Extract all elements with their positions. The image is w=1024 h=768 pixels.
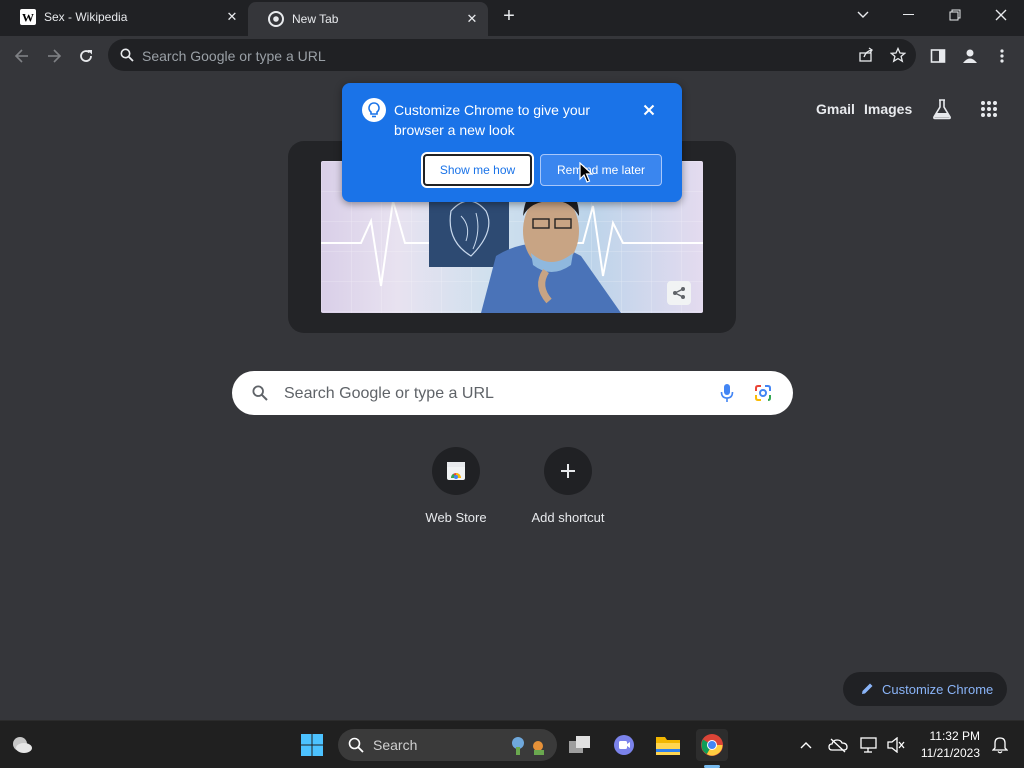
search-icon [120, 48, 134, 67]
taskbar-clock-time[interactable]: 11:32 PM [930, 729, 980, 743]
back-arrow-icon[interactable] [10, 44, 34, 68]
remind-me-later-button[interactable]: Remind me later [540, 154, 662, 186]
task-view-icon[interactable] [564, 729, 596, 761]
volume-muted-icon[interactable] [880, 729, 912, 761]
taskbar-search-box[interactable]: Search [338, 729, 557, 761]
shortcut-add[interactable]: Add shortcut [512, 447, 624, 525]
search-highlight-icon [508, 733, 548, 762]
tab-search-chevron-icon[interactable] [850, 4, 876, 26]
customize-chrome-label: Customize Chrome [882, 681, 994, 697]
tab-strip: W Sex - Wikipedia ✕ New Tab ✕ + [0, 0, 1024, 36]
windows-start-icon[interactable] [296, 729, 328, 761]
ntp-search-box[interactable]: Search Google or type a URL [232, 371, 793, 415]
shortcut-label: Web Store [425, 510, 487, 525]
gmail-link[interactable]: Gmail [816, 101, 855, 117]
share-icon[interactable] [858, 47, 874, 68]
plus-icon [544, 447, 592, 495]
onedrive-offline-icon[interactable] [822, 729, 854, 761]
reload-icon[interactable] [74, 44, 98, 68]
teams-chat-icon[interactable] [608, 729, 640, 761]
tab-new-tab[interactable]: New Tab ✕ [248, 2, 488, 36]
labs-flask-icon[interactable] [931, 98, 953, 125]
close-tab-icon[interactable]: ✕ [224, 9, 240, 25]
tab-wikipedia[interactable]: W Sex - Wikipedia ✕ [0, 0, 248, 34]
search-icon [252, 385, 268, 406]
lightbulb-icon [362, 98, 386, 127]
chrome-icon [268, 11, 284, 27]
wikipedia-w-icon: W [20, 9, 36, 25]
tab-title: New Tab [292, 12, 339, 26]
toolbar: Search Google or type a URL [0, 36, 1024, 76]
show-me-how-button[interactable]: Show me how [423, 154, 532, 186]
chrome-taskbar-icon[interactable] [696, 729, 728, 761]
images-link[interactable]: Images [864, 101, 912, 117]
voice-search-mic-icon[interactable] [720, 383, 734, 408]
doodle-share-icon[interactable] [667, 281, 691, 305]
file-explorer-icon[interactable] [652, 729, 684, 761]
taskbar-clock-date[interactable]: 11/21/2023 [921, 746, 980, 760]
customize-chrome-button[interactable]: Customize Chrome [843, 672, 1007, 706]
svg-text:W: W [22, 11, 34, 25]
chevron-up-icon[interactable] [790, 729, 822, 761]
bookmark-star-icon[interactable] [889, 46, 907, 68]
side-panel-icon[interactable] [926, 44, 950, 68]
mouse-cursor-icon [579, 161, 594, 189]
menu-kebab-icon[interactable] [990, 44, 1014, 68]
web-store-icon [432, 447, 480, 495]
close-icon[interactable] [643, 103, 655, 121]
restore-icon[interactable] [942, 4, 968, 26]
ntp-search-placeholder: Search Google or type a URL [284, 385, 494, 402]
forward-arrow-icon[interactable] [42, 44, 66, 68]
omnibox-placeholder: Search Google or type a URL [142, 48, 326, 64]
pencil-icon [860, 682, 874, 696]
notification-bell-icon[interactable] [984, 729, 1016, 761]
tab-title: Sex - Wikipedia [44, 10, 128, 24]
minimize-icon[interactable] [896, 4, 922, 26]
shortcut-web-store[interactable]: Web Store [400, 447, 512, 525]
weather-icon[interactable] [6, 729, 38, 761]
omnibox[interactable]: Search Google or type a URL [108, 39, 916, 71]
close-window-icon[interactable] [988, 4, 1014, 26]
google-lens-icon[interactable] [754, 384, 772, 407]
apps-grid-icon[interactable] [980, 100, 998, 123]
close-tab-icon[interactable]: ✕ [464, 11, 480, 27]
shortcut-label: Add shortcut [531, 510, 605, 525]
promo-message: Customize Chrome to give your browser a … [394, 102, 591, 138]
new-tab-button[interactable]: + [498, 6, 520, 28]
windows-taskbar: Search 11:32 PM 11/21/2023 [0, 720, 1024, 768]
profile-icon[interactable] [958, 44, 982, 68]
search-icon [348, 737, 364, 758]
taskbar-search-label: Search [373, 737, 418, 753]
customize-chrome-promo-bubble: Customize Chrome to give your browser a … [342, 83, 682, 202]
